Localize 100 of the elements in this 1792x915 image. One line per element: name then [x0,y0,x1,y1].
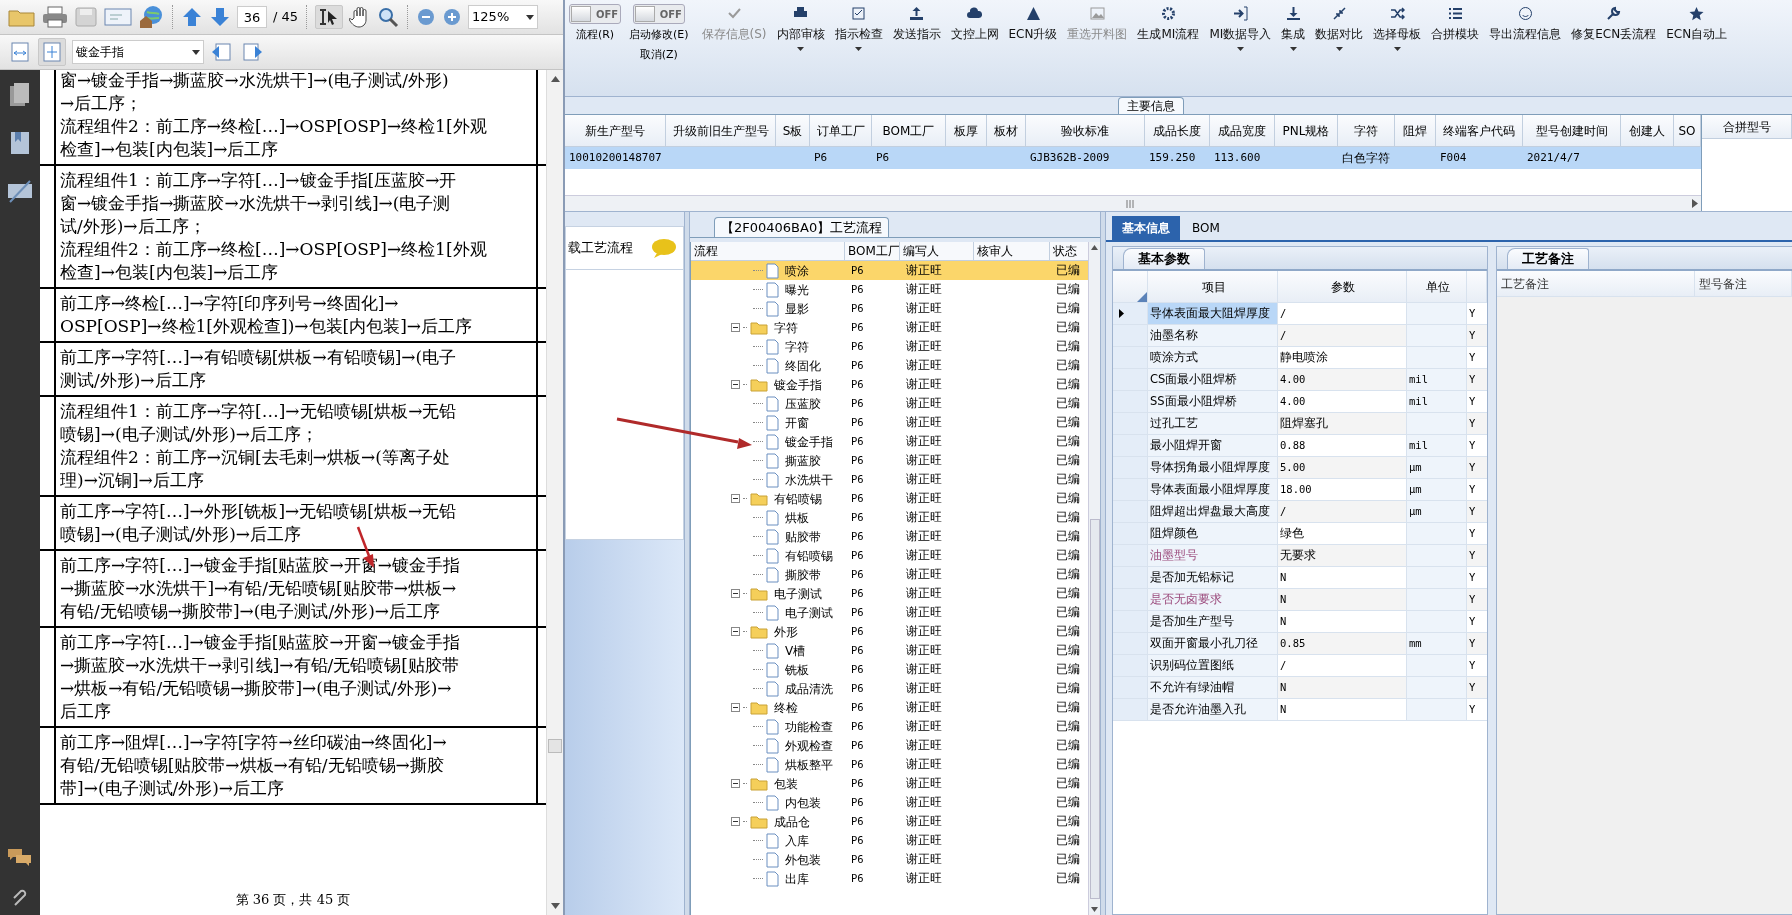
table-row[interactable]: 导体表面最大阻焊厚度 / Y [1113,303,1487,325]
tree-row[interactable]: 撕蓝胶 P6 谢正旺 已编 [691,451,1088,470]
tab[interactable]: BOM [1182,216,1230,240]
page-down-icon[interactable] [209,6,231,28]
table-row[interactable]: SS面最小阻焊桥 4.00 mil Y [1113,391,1487,413]
table-row[interactable]: 过孔工艺 阻焊塞孔 Y [1113,413,1487,435]
pages-icon[interactable] [9,82,31,108]
tree-row[interactable]: 成品仓 P6 谢正旺 已编 [691,812,1088,831]
table-row[interactable]: 最小阻焊开窗 0.88 mil Y [1113,435,1487,457]
tree-row[interactable]: 终检 P6 谢正旺 已编 [691,698,1088,717]
toolbar-button[interactable]: 数据对比 [1310,4,1369,53]
fit-page-icon[interactable] [41,41,63,63]
column-header[interactable]: 新生产型号 [565,115,666,146]
tab[interactable]: 基本信息 [1112,216,1180,240]
table-row[interactable]: 识别码位置图纸 / Y [1113,655,1487,677]
tree-row[interactable]: 包装 P6 谢正旺 已编 [691,774,1088,793]
tree-row[interactable]: 电子测试 P6 谢正旺 已编 [691,584,1088,603]
toolbar-button[interactable]: 生成MI流程 [1132,4,1205,53]
column-header[interactable]: 字符 [1338,115,1395,146]
zoom-out-icon[interactable] [416,7,437,27]
table-row[interactable]: 是否允许油墨入孔 N Y [1113,699,1487,721]
collapse-icon[interactable] [731,494,740,503]
column-header[interactable]: 项目 [1148,271,1278,302]
column-header[interactable]: S板 [776,115,810,146]
column-header[interactable]: BOM工厂 [872,115,946,146]
toolbar-button[interactable]: 发送指示 [887,4,946,53]
table-row[interactable]: 阻焊超出焊盘最大高度 / μm Y [1113,501,1487,523]
tree-row[interactable]: 铣板 P6 谢正旺 已编 [691,660,1088,679]
tree-row[interactable]: 功能检查 P6 谢正旺 已编 [691,717,1088,736]
panel-tab[interactable]: 工艺备注 [1507,248,1589,269]
table-row[interactable]: 喷涂方式 静电喷涂 Y [1113,347,1487,369]
column-header[interactable]: 板材 [987,115,1026,146]
table-row[interactable]: 10010200148707 P6 P6 GJB362B-2009 159.250 113.600 白色字符 F004 2021/4/7 [565,147,1701,169]
scroll-up-icon[interactable] [550,76,560,82]
previous-view-icon[interactable] [210,41,234,63]
column-header[interactable]: 型号备注 [1695,271,1792,296]
attachment-icon[interactable] [11,887,29,907]
tree-row[interactable]: 终固化 P6 谢正旺 已编 [691,356,1088,375]
envelope-icon[interactable] [104,6,132,28]
toolbar-button[interactable]: ECN自动上 [1661,4,1733,53]
column-header[interactable]: 合拼型号 [1702,115,1792,139]
table-row[interactable]: CS面最小阻焊桥 4.00 mil Y [1113,369,1487,391]
tree-row[interactable]: 烘板 P6 谢正旺 已编 [691,508,1088,527]
globe-icon[interactable] [138,5,164,29]
toolbar-button[interactable]: 合拼模块 [1426,4,1485,53]
toolbar-button[interactable]: 集成 [1276,4,1311,53]
collapse-icon[interactable] [731,779,740,788]
table-row[interactable]: 是否加无铅标记 N Y [1113,567,1487,589]
tree-row[interactable]: 喷涂 P6 谢正旺 已编 [691,261,1088,280]
tree-row[interactable]: 外观检查 P6 谢正旺 已编 [691,736,1088,755]
tree-row[interactable]: 成品清洗 P6 谢正旺 已编 [691,679,1088,698]
tree-row[interactable]: 压蓝胶 P6 谢正旺 已编 [691,394,1088,413]
column-header[interactable]: 订单工厂 [810,115,872,146]
toolbar-button[interactable]: 选择母板 [1368,4,1427,53]
tree-row[interactable]: 入库 P6 谢正旺 已编 [691,831,1088,850]
tree-row[interactable]: 烘板整平 P6 谢正旺 已编 [691,755,1088,774]
scroll-right-icon[interactable] [1692,199,1698,208]
fit-width-icon[interactable] [8,41,32,63]
column-header[interactable]: 验收标准 [1026,115,1145,146]
page-up-icon[interactable] [181,6,203,28]
collapse-icon[interactable] [731,627,740,636]
tree-row[interactable]: 外包装 P6 谢正旺 已编 [691,850,1088,869]
tree-row[interactable]: 镀金手指 P6 谢正旺 已编 [691,432,1088,451]
table-row[interactable]: 是否加生产型号 N Y [1113,611,1487,633]
signature-icon[interactable] [7,178,33,204]
page-number-field[interactable]: 36 [237,6,267,28]
bookmarks-icon[interactable] [9,130,31,156]
toolbar-button[interactable]: 导出流程信息 [1484,4,1567,53]
scroll-up-icon[interactable] [1091,245,1098,250]
collapse-icon[interactable] [731,589,740,598]
tree-row[interactable]: V槽 P6 谢正旺 已编 [691,641,1088,660]
table-row[interactable]: 双面开窗最小孔刀径 0.85 mm Y [1113,633,1487,655]
table-row[interactable]: 不允许有绿油帽 N Y [1113,677,1487,699]
column-header[interactable]: PNL规格 [1275,115,1338,146]
row-header[interactable] [1113,303,1148,324]
collapse-icon[interactable] [731,703,740,712]
table-row[interactable]: 导体表面最小阻焊厚度 18.00 μm Y [1113,479,1487,501]
column-header[interactable]: 板厚 [946,115,987,146]
printer-icon[interactable] [42,6,68,28]
column-header[interactable]: 终端客户代码 [1436,115,1523,146]
tree-row[interactable]: 撕胶带 P6 谢正旺 已编 [691,565,1088,584]
bookmark-select[interactable]: 镀金手指 [72,40,204,64]
tree-row[interactable]: 镀金手指 P6 谢正旺 已编 [691,375,1088,394]
column-header[interactable]: SO [1674,115,1701,146]
scroll-down-icon[interactable] [1091,907,1098,912]
tree-row[interactable]: 贴胶带 P6 谢正旺 已编 [691,527,1088,546]
table-row[interactable]: 导体拐角最小阻焊厚度 5.00 μm Y [1113,457,1487,479]
collapse-icon[interactable] [731,323,740,332]
column-header[interactable]: BOM工厂 [845,242,900,260]
tree-row[interactable]: 字符 P6 谢正旺 已编 [691,337,1088,356]
zoom-select[interactable]: 125% [468,5,539,29]
column-header[interactable]: 流程 [691,242,845,260]
toolbar-button[interactable]: MI数据导入 [1204,4,1277,53]
tree-row[interactable]: 外形 P6 谢正旺 已编 [691,622,1088,641]
column-header[interactable]: 升级前旧生产型号 [666,115,776,146]
toolbar-button[interactable]: ECN升级 [1003,4,1063,53]
tree-row[interactable]: 显影 P6 谢正旺 已编 [691,299,1088,318]
scroll-thumb[interactable] [1089,518,1100,899]
tree-row[interactable]: 曝光 P6 谢正旺 已编 [691,280,1088,299]
tree-row[interactable]: 有铅喷锡 P6 谢正旺 已编 [691,489,1088,508]
